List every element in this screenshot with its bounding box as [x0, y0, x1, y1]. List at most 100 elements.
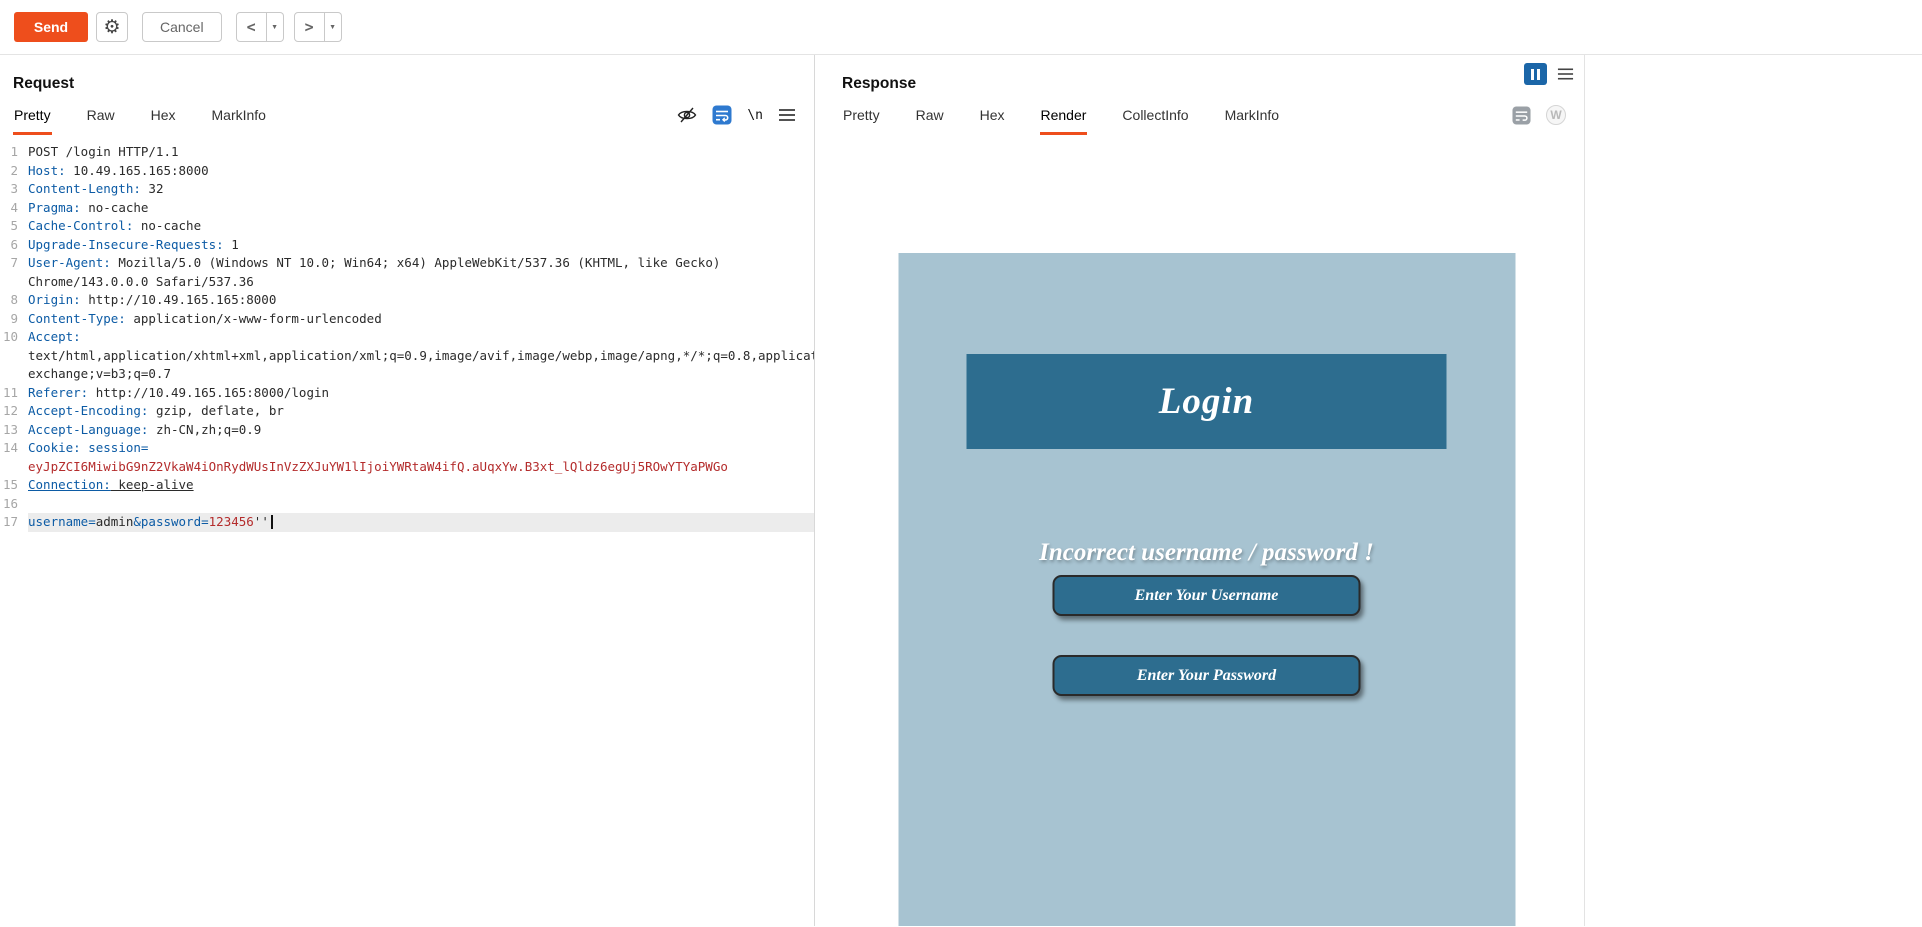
- line-number: 13: [0, 421, 18, 440]
- history-forward-group: > ▼: [294, 12, 342, 42]
- w-badge-icon: W: [1546, 105, 1566, 125]
- line-content: Accept-Language: zh-CN,zh;q=0.9: [28, 421, 814, 440]
- login-heading: Login: [967, 354, 1447, 449]
- tab-markinfo[interactable]: MarkInfo: [1224, 95, 1280, 135]
- request-line[interactable]: 8 Origin: http://10.49.165.165:8000: [0, 291, 814, 310]
- response-tabbar: Pretty Raw Hex Render CollectInfo MarkInfo W: [829, 95, 1584, 135]
- main-split: Request Pretty Raw Hex MarkInfo: [0, 55, 1922, 926]
- pause-button[interactable]: [1524, 63, 1547, 85]
- line-number: 17: [0, 513, 18, 532]
- response-panel-title: Response: [829, 55, 1584, 95]
- line-number: 16: [0, 495, 18, 514]
- request-editor[interactable]: 1POST /login HTTP/1.12 Host: 10.49.165.16…: [0, 135, 814, 926]
- line-number: 8: [0, 291, 18, 310]
- request-line[interactable]: 15 Connection: keep-alive: [0, 476, 814, 495]
- hide-comments-button[interactable]: [677, 105, 697, 125]
- tab-pretty[interactable]: Pretty: [13, 95, 52, 135]
- caret-down-icon: ▼: [329, 24, 336, 31]
- request-line[interactable]: 1POST /login HTTP/1.1: [0, 143, 814, 162]
- line-number: 10: [0, 328, 18, 384]
- request-tab-icons: \n: [677, 105, 796, 125]
- settings-button[interactable]: ⚙: [96, 12, 128, 42]
- request-line[interactable]: 9 Content-Type: application/x-www-form-ur…: [0, 310, 814, 329]
- request-line[interactable]: 10Accept: text/html,application/xhtml+xm…: [0, 328, 814, 384]
- word-wrap-toggle[interactable]: [712, 105, 732, 125]
- pause-icon: [1531, 69, 1534, 80]
- cancel-button[interactable]: Cancel: [142, 12, 222, 42]
- line-content: username=admin&password=123456'': [28, 513, 814, 532]
- password-button[interactable]: Enter Your Password: [1053, 655, 1361, 696]
- line-content: Content-Length: 32: [28, 180, 814, 199]
- line-content: User-Agent: Mozilla/5.0 (Windows NT 10.0…: [28, 254, 814, 291]
- login-error-message: Incorrect username / password !: [1039, 539, 1374, 567]
- line-content: Connection: keep-alive: [28, 476, 814, 495]
- rendered-login-page: Login Incorrect username / password ! En…: [898, 253, 1515, 926]
- line-number: 11: [0, 384, 18, 403]
- request-line[interactable]: 14Cookie: session= eyJpZCI6MiwibG9nZ2Vka…: [0, 439, 814, 476]
- request-line[interactable]: 6Upgrade-Insecure-Requests: 1: [0, 236, 814, 255]
- tab-raw[interactable]: Raw: [915, 95, 945, 135]
- request-line[interactable]: 7 User-Agent: Mozilla/5.0 (Windows NT 10.…: [0, 254, 814, 291]
- request-line[interactable]: 12 Accept-Encoding: gzip, deflate, br: [0, 402, 814, 421]
- line-number: 4: [0, 199, 18, 218]
- repeater-window: Send ⚙ Cancel < ▼ > ▼ Request Pretty Raw H…: [0, 0, 1922, 926]
- history-back-dropdown[interactable]: ▼: [267, 12, 284, 42]
- line-content: Origin: http://10.49.165.165:8000: [28, 291, 814, 310]
- caret-down-icon: ▼: [271, 24, 278, 31]
- line-content: Cache-Control: no-cache: [28, 217, 814, 236]
- response-tab-icons: W: [1512, 105, 1566, 125]
- show-newlines-toggle[interactable]: \n: [747, 108, 763, 123]
- username-button[interactable]: Enter Your Username: [1053, 575, 1361, 616]
- history-back-button[interactable]: <: [236, 12, 267, 42]
- word-wrap-icon: [1512, 106, 1531, 125]
- line-content: Host: 10.49.165.165:8000: [28, 162, 814, 181]
- line-content: Pragma: no-cache: [28, 199, 814, 218]
- request-line[interactable]: 3 Content-Length: 32: [0, 180, 814, 199]
- response-top-icons: [1524, 63, 1574, 85]
- line-content: Referer: http://10.49.165.165:8000/login: [28, 384, 814, 403]
- line-content: Content-Type: application/x-www-form-url…: [28, 310, 814, 329]
- request-line[interactable]: 16: [0, 495, 814, 514]
- request-line[interactable]: 2 Host: 10.49.165.165:8000: [0, 162, 814, 181]
- line-number: 7: [0, 254, 18, 291]
- request-panel-title: Request: [0, 55, 814, 95]
- line-number: 14: [0, 439, 18, 476]
- gear-icon: ⚙: [103, 18, 120, 37]
- request-line[interactable]: 4 Pragma: no-cache: [0, 199, 814, 218]
- line-number: 5: [0, 217, 18, 236]
- tab-raw[interactable]: Raw: [86, 95, 116, 135]
- response-word-wrap-toggle[interactable]: [1512, 106, 1531, 125]
- tab-markinfo[interactable]: MarkInfo: [211, 95, 267, 135]
- hamburger-menu-icon: [778, 107, 796, 123]
- request-line[interactable]: 17 username=admin&password=123456'': [0, 513, 814, 532]
- request-panel: Request Pretty Raw Hex MarkInfo: [0, 55, 815, 926]
- render-view: Login Incorrect username / password ! En…: [829, 135, 1584, 926]
- history-back-group: < ▼: [236, 12, 284, 42]
- line-content: [28, 495, 814, 514]
- response-panel: Response Pretty Raw Hex Render CollectInfo Ma…: [829, 55, 1585, 926]
- tab-render[interactable]: Render: [1040, 95, 1088, 135]
- line-number: 9: [0, 310, 18, 329]
- line-number: 12: [0, 402, 18, 421]
- send-button[interactable]: Send: [14, 12, 88, 42]
- tab-hex[interactable]: Hex: [979, 95, 1006, 135]
- response-w-toggle[interactable]: W: [1546, 105, 1566, 125]
- history-forward-dropdown[interactable]: ▼: [325, 12, 342, 42]
- history-forward-button[interactable]: >: [294, 12, 325, 42]
- request-line[interactable]: 5 Cache-Control: no-cache: [0, 217, 814, 236]
- tab-hex[interactable]: Hex: [150, 95, 177, 135]
- request-line[interactable]: 13 Accept-Language: zh-CN,zh;q=0.9: [0, 421, 814, 440]
- line-content: Accept-Encoding: gzip, deflate, br: [28, 402, 814, 421]
- text-cursor: [271, 515, 273, 529]
- tab-pretty[interactable]: Pretty: [842, 95, 881, 135]
- tab-collectinfo[interactable]: CollectInfo: [1121, 95, 1189, 135]
- line-number: 15: [0, 476, 18, 495]
- line-number: 3: [0, 180, 18, 199]
- panel-splitter[interactable]: [815, 55, 829, 926]
- request-line[interactable]: 11 Referer: http://10.49.165.165:8000/log…: [0, 384, 814, 403]
- request-menu-button[interactable]: [778, 107, 796, 123]
- toolbar: Send ⚙ Cancel < ▼ > ▼: [0, 0, 1922, 55]
- response-options-button[interactable]: [1557, 66, 1574, 82]
- line-number: 6: [0, 236, 18, 255]
- line-number: 2: [0, 162, 18, 181]
